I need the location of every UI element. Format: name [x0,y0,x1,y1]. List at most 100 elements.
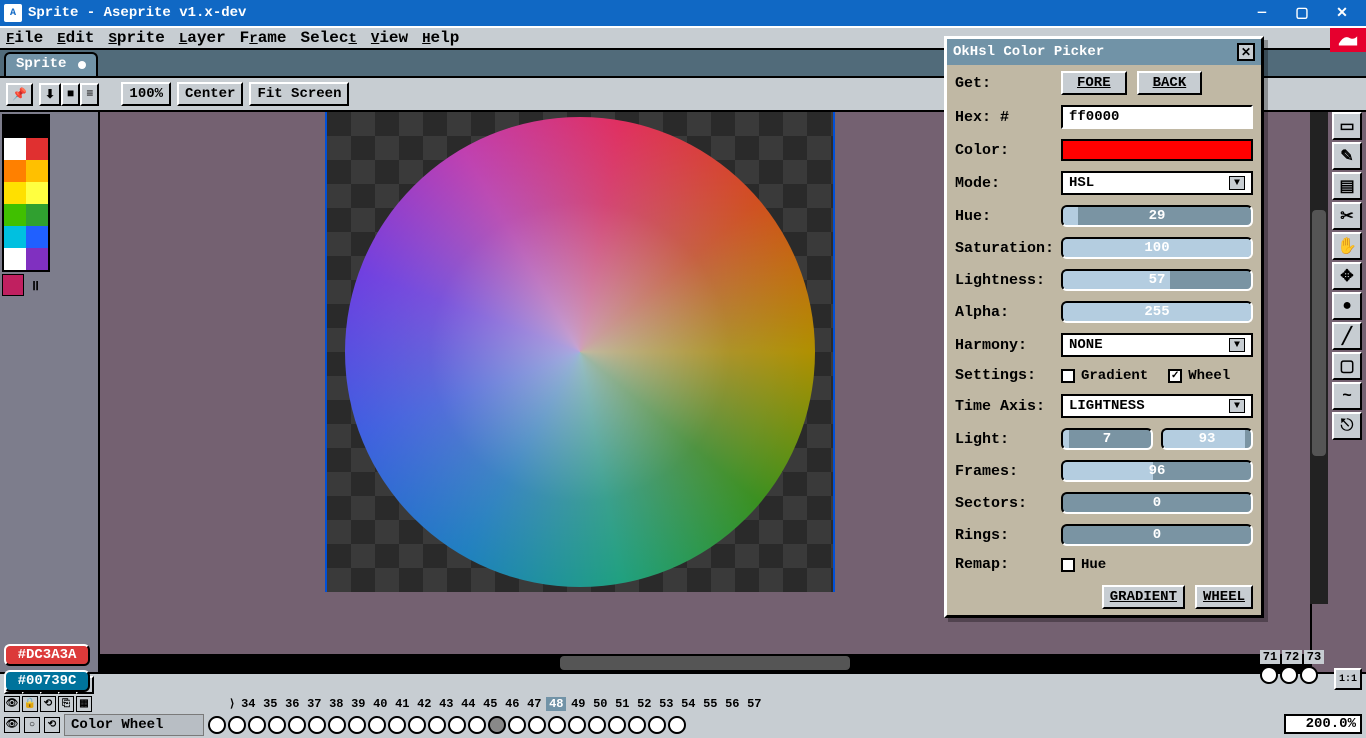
color-palette[interactable] [2,114,50,272]
tool-button-3[interactable]: ✂ [1332,202,1362,230]
frames-slider[interactable]: 96 [1061,460,1253,482]
menu-frame[interactable]: Frame [240,29,287,47]
frame-cel[interactable] [368,716,386,734]
horizontal-scrollbar[interactable] [100,654,1310,672]
frame-cel[interactable] [308,716,326,734]
tool-button-6[interactable]: ● [1332,292,1362,320]
frame-cel[interactable] [528,716,546,734]
vertical-scrollbar[interactable] [1310,112,1328,604]
frame-cel[interactable] [328,716,346,734]
frame-cel[interactable] [648,716,666,734]
frame-cel[interactable] [568,716,586,734]
foreground-color-button[interactable]: #DC3A3A [4,644,90,666]
menu-help[interactable]: Help [422,29,459,47]
wheel-button[interactable]: WHEEL [1195,585,1253,609]
menu-sprite[interactable]: Sprite [108,29,164,47]
palette-swatch[interactable] [26,116,48,138]
menu-edit[interactable]: Edit [57,29,94,47]
link-icon[interactable]: ⎘ [58,696,74,712]
frame-cel[interactable] [548,716,566,734]
palette-swatch[interactable] [4,204,26,226]
menu-file[interactable]: File [6,29,43,47]
frame-cells[interactable] [208,716,686,734]
frame-cel[interactable] [608,716,626,734]
palette-swatch[interactable] [26,248,48,270]
palette-swatch[interactable] [26,204,48,226]
frame-number[interactable]: 41 [392,697,412,711]
light-hi-slider[interactable]: 93 [1161,428,1253,450]
palette-swatch[interactable] [26,160,48,182]
menu-view[interactable]: View [371,29,408,47]
continuous-icon[interactable]: ⟲ [40,696,56,712]
lock-icon[interactable]: 🔒 [22,696,38,712]
frame-cel[interactable] [628,716,646,734]
settings-gradient-checkbox[interactable]: Gradient [1061,368,1148,384]
hex-input[interactable]: ff0000 [1061,105,1253,129]
hue-slider[interactable]: 29 [1061,205,1253,227]
dialog-close-button[interactable]: ✕ [1237,43,1255,61]
palette-swatch[interactable] [26,226,48,248]
frame-number[interactable]: 47 [524,697,544,711]
tool-button-10[interactable]: ⎋ [1332,412,1362,440]
frame-number[interactable]: 44 [458,697,478,711]
saturation-slider[interactable]: 100 [1061,237,1253,259]
frame-cel[interactable] [248,716,266,734]
one-to-one-button[interactable]: 1:1 [1334,668,1362,690]
onion-icon[interactable]: ▦ [76,696,92,712]
frame-number[interactable]: 36 [282,697,302,711]
frame-cel[interactable] [348,716,366,734]
tool-button-8[interactable]: ▢ [1332,352,1362,380]
mode-select[interactable]: HSL▼ [1061,171,1253,195]
palette-swatch[interactable] [4,182,26,204]
get-fore-button[interactable]: FORE [1061,71,1127,95]
frame-number[interactable]: 50 [590,697,610,711]
tool-button-7[interactable]: ╱ [1332,322,1362,350]
frame-number[interactable]: 46 [502,697,522,711]
frame-number[interactable]: 54 [678,697,698,711]
remap-hue-checkbox[interactable]: Hue [1061,557,1106,573]
settings-wheel-checkbox[interactable]: ✓Wheel [1168,368,1230,384]
frame-number[interactable]: 48 [546,697,566,711]
palette-swatch[interactable] [26,182,48,204]
frame-cel[interactable] [288,716,306,734]
frame-cel[interactable] [588,716,606,734]
center-button[interactable]: Center [177,82,243,106]
frame-cel[interactable] [488,716,506,734]
rings-slider[interactable]: 0 [1061,524,1253,546]
frame-number[interactable]: 45 [480,697,500,711]
palette-sort-button[interactable]: ■ [61,83,80,106]
frame-numbers-right[interactable]: 717273 [1260,650,1324,684]
tool-button-2[interactable]: ▤ [1332,172,1362,200]
frame-number[interactable]: 51 [612,697,632,711]
tool-button-1[interactable]: ✎ [1332,142,1362,170]
layer-link-icon[interactable]: ⟲ [44,717,60,733]
frame-cel[interactable] [268,716,286,734]
pin-toggle[interactable]: 📌 [6,83,33,106]
frame-number[interactable]: 56 [722,697,742,711]
frame-cel[interactable] [668,716,686,734]
eye-icon[interactable]: 👁 [4,696,20,712]
frame-number[interactable]: 38 [326,697,346,711]
tool-button-4[interactable]: ✋ [1332,232,1362,260]
frame-number[interactable]: 52 [634,697,654,711]
color-swatch[interactable] [1061,139,1253,161]
palette-swatch[interactable] [26,138,48,160]
sectors-slider[interactable]: 0 [1061,492,1253,514]
maximize-button[interactable]: ▢ [1282,0,1322,26]
layer-name[interactable]: Color Wheel [64,714,204,736]
palette-swatch[interactable] [4,116,26,138]
palette-swatch[interactable] [4,160,26,182]
frame-number[interactable]: 35 [260,697,280,711]
frame-number[interactable]: 57 [744,697,764,711]
palette-swatch[interactable] [4,226,26,248]
frame-number[interactable]: 42 [414,697,434,711]
layer-lock-icon[interactable]: ○ [24,717,40,733]
frame-number[interactable]: 55 [700,697,720,711]
frame-cel[interactable] [428,716,446,734]
palette-swatch[interactable] [4,138,26,160]
background-color-button[interactable]: #00739C [4,670,90,692]
tool-button-5[interactable]: ✥ [1332,262,1362,290]
frame-cel[interactable] [208,716,226,734]
frame-number[interactable]: 49 [568,697,588,711]
dialog-titlebar[interactable]: OkHsl Color Picker ✕ [947,39,1261,65]
